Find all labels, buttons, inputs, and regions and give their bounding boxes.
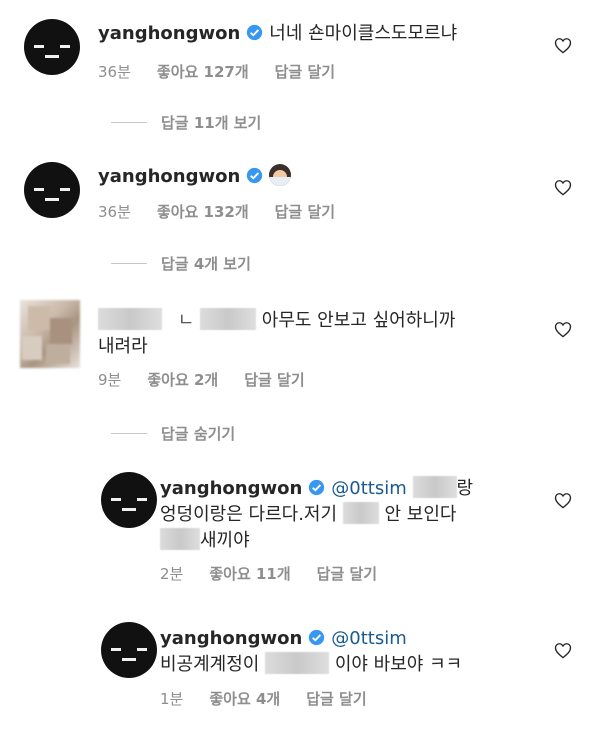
username[interactable]: yanghongwon: [160, 478, 302, 499]
reply-text: 엉덩이랑은 다르다.저기: [160, 504, 338, 525]
comment-text: ㄴ: [177, 310, 195, 331]
avatar[interactable]: [101, 622, 157, 678]
timestamp: 36분: [98, 203, 131, 221]
divider: [111, 122, 147, 123]
reply-text-line: yanghongwon @0ttsim 랑: [160, 476, 473, 502]
hide-replies-button[interactable]: 답글 숨기기: [111, 423, 235, 444]
hide-replies-label[interactable]: 답글 숨기기: [161, 425, 235, 443]
verified-badge-icon: [247, 167, 263, 184]
heart-outline-icon[interactable]: [554, 37, 572, 54]
comment-text: 너네 숀마이클스도모르냐: [269, 23, 458, 44]
view-replies-label[interactable]: 답글 4개 보기: [161, 255, 251, 273]
verified-badge-icon: [247, 24, 263, 41]
reply-text-line: yanghongwon @0ttsim: [160, 626, 407, 652]
person-shrugging-emoji: [269, 164, 292, 186]
timestamp: 2분: [160, 565, 184, 583]
censored-username[interactable]: [98, 308, 162, 330]
reply-text: 안 보인다: [384, 504, 457, 525]
reply-text-line: 엉덩이랑은 다르다.저기 안 보인다: [160, 502, 456, 528]
username[interactable]: yanghongwon: [160, 628, 302, 649]
reply-text-line: 비공계계정이 이야 바보야 ㅋㅋ: [160, 652, 462, 678]
reply-text: 새끼야: [200, 530, 250, 551]
heart-outline-icon[interactable]: [554, 642, 572, 659]
timestamp: 1분: [160, 690, 184, 708]
avatar[interactable]: [101, 472, 157, 528]
comment-meta: 36분 좋아요 132개 답글 달기: [98, 201, 361, 222]
censored-text: [160, 528, 200, 550]
likes-count[interactable]: 좋아요 127개: [157, 63, 249, 81]
view-replies-label[interactable]: 답글 11개 보기: [161, 114, 261, 132]
reply-text: 이야 바보야 ㅋㅋ: [334, 654, 463, 675]
likes-count[interactable]: 좋아요 4개: [209, 690, 280, 708]
reply-text: 랑: [456, 478, 474, 499]
likes-count[interactable]: 좋아요 11개: [209, 565, 290, 583]
censored-text: [412, 476, 457, 498]
avatar[interactable]: [24, 162, 80, 218]
comment-text: 아무도 안보고 싶어하니까: [261, 310, 456, 331]
comment-text: 내려라: [98, 336, 148, 357]
timestamp: 9분: [98, 371, 122, 389]
reply-text-line: 새끼야: [160, 528, 250, 554]
comment-text-line: yanghongwon: [98, 164, 292, 190]
comment-text-line: yanghongwon 너네 숀마이클스도모르냐: [98, 21, 457, 47]
verified-badge-icon: [309, 479, 325, 496]
mention-link[interactable]: @0ttsim: [331, 628, 406, 649]
divider: [111, 433, 147, 434]
comment-text-line: 내려라: [98, 334, 148, 360]
verified-badge-icon: [309, 629, 325, 646]
reply-button[interactable]: 답글 달기: [306, 690, 366, 708]
divider: [111, 263, 147, 264]
heart-outline-icon[interactable]: [554, 321, 572, 338]
username[interactable]: yanghongwon: [98, 23, 240, 44]
mention-link[interactable]: @0ttsim: [331, 478, 406, 499]
comment-meta: 36분 좋아요 127개 답글 달기: [98, 61, 361, 82]
censored-text: [200, 308, 257, 330]
reply-button[interactable]: 답글 달기: [275, 203, 335, 221]
censored-text: [342, 502, 379, 524]
timestamp: 36분: [98, 63, 131, 81]
avatar[interactable]: [20, 300, 80, 368]
comment-meta: 9분 좋아요 2개 답글 달기: [98, 369, 331, 390]
reply-button[interactable]: 답글 달기: [275, 63, 335, 81]
likes-count[interactable]: 좋아요 2개: [147, 371, 218, 389]
reply-meta: 2분 좋아요 11개 답글 달기: [160, 563, 403, 584]
heart-outline-icon[interactable]: [554, 179, 572, 196]
censored-text: [265, 652, 330, 674]
avatar[interactable]: [24, 19, 80, 75]
reply-button[interactable]: 답글 달기: [317, 565, 377, 583]
reply-meta: 1분 좋아요 4개 답글 달기: [160, 688, 393, 709]
view-replies-button[interactable]: 답글 4개 보기: [111, 253, 251, 274]
reply-text: 비공계계정이: [160, 654, 260, 675]
reply-button[interactable]: 답글 달기: [244, 371, 304, 389]
comment-text-line: ㄴ 아무도 안보고 싶어하니까: [98, 308, 455, 334]
username[interactable]: yanghongwon: [98, 166, 240, 187]
view-replies-button[interactable]: 답글 11개 보기: [111, 112, 261, 133]
likes-count[interactable]: 좋아요 132개: [157, 203, 249, 221]
heart-outline-icon[interactable]: [554, 492, 572, 509]
